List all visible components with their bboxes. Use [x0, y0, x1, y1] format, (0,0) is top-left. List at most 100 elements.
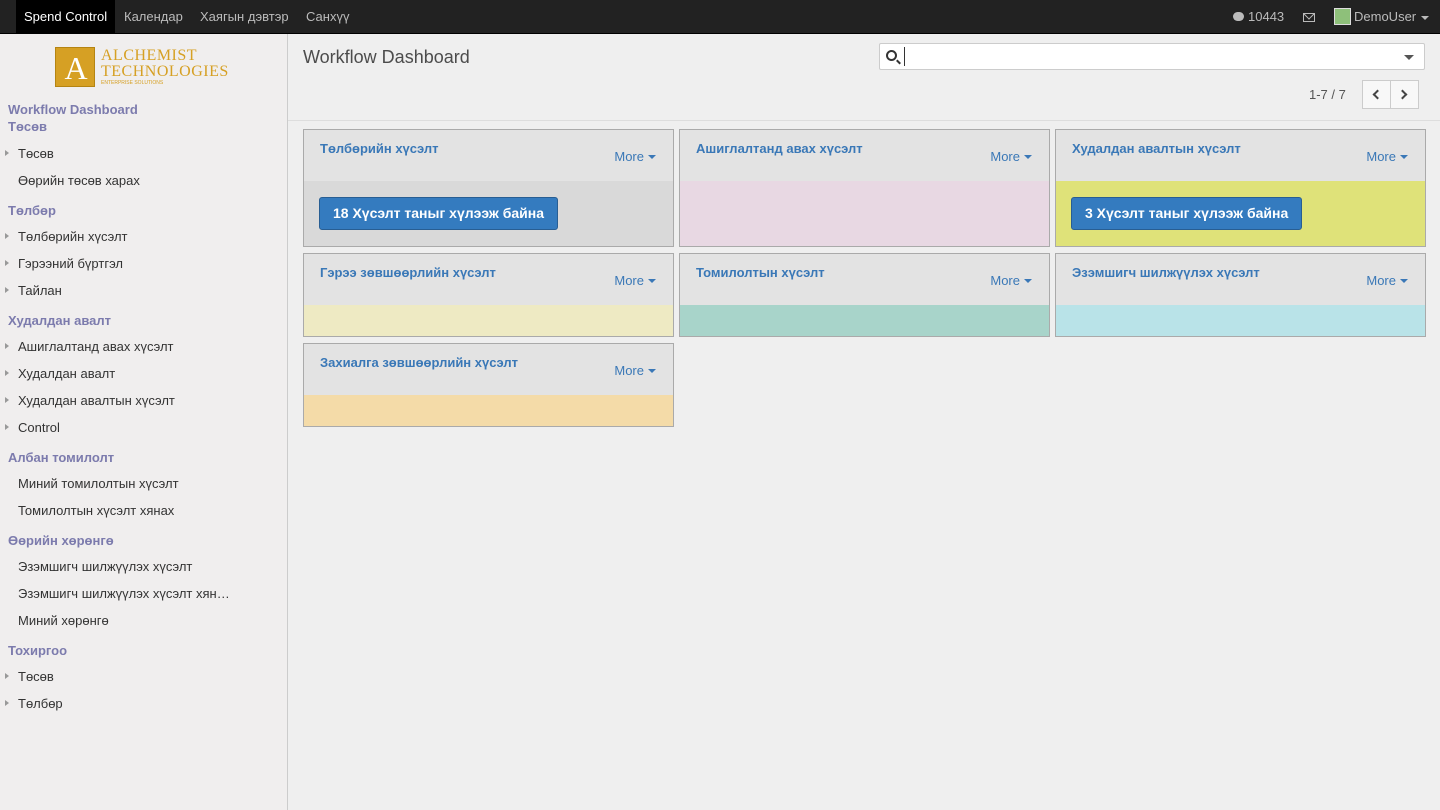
pager-previous-button[interactable] [1362, 80, 1391, 109]
menu-address-book[interactable]: Хаягын дэвтэр [192, 0, 297, 33]
sidebar-item-review-trip-request[interactable]: Томилолтын хүсэлт хянах [18, 503, 174, 518]
sidebar-item-settings-budget[interactable]: Төсөв [18, 669, 54, 684]
sidebar-item-contract-registry[interactable]: Гэрээний бүртгэл [18, 256, 123, 271]
card-title[interactable]: Худалдан авалтын хүсэлт [1072, 141, 1241, 156]
card-header: Эзэмшигч шилжүүлэх хүсэлт More [1056, 254, 1425, 305]
chevron-right-icon [1397, 89, 1408, 100]
more-dropdown[interactable]: More [614, 273, 656, 288]
card-title[interactable]: Ашиглалтанд авах хүсэлт [696, 141, 863, 156]
caret-down-icon [1421, 15, 1430, 20]
sidebar-workflow-dashboard[interactable]: Workflow Dashboard [8, 102, 138, 117]
more-dropdown[interactable]: More [1366, 149, 1408, 164]
sidebar-header-budget: Төсөв [8, 119, 48, 134]
mail-button[interactable] [1303, 0, 1315, 33]
sidebar-item-procurement-request[interactable]: Худалдан авалтын хүсэлт [18, 393, 175, 408]
expand-arrow-icon [5, 370, 9, 376]
avatar [1334, 8, 1351, 26]
more-dropdown[interactable]: More [614, 149, 656, 164]
company-logo[interactable]: A ALCHEMIST TECHNOLOGIES ENTERPRISE SOLU… [55, 47, 235, 89]
workflow-card-trip-request: Томилолтын хүсэлт More [679, 253, 1050, 337]
menu-spend-control[interactable]: Spend Control [16, 0, 116, 33]
sidebar-item-my-assets[interactable]: Миний хөрөнгө [18, 613, 109, 628]
more-dropdown[interactable]: More [1366, 273, 1408, 288]
sidebar-header-procurement: Худалдан авалт [8, 313, 111, 328]
more-dropdown[interactable]: More [990, 273, 1032, 288]
workflow-card-commissioning-request: Ашиглалтанд авах хүсэлт More [679, 129, 1050, 247]
expand-arrow-icon [5, 700, 9, 706]
caret-down-icon [1024, 278, 1032, 283]
card-body [1056, 305, 1425, 336]
pending-requests-button[interactable]: 3 Хүсэлт таныг хүлээж байна [1071, 197, 1303, 230]
sidebar-header-business-trip: Албан томилолт [8, 450, 115, 465]
card-body: 18 Хүсэлт таныг хүлээж байна [304, 181, 673, 246]
sidebar-item-settings-payment[interactable]: Төлбөр [18, 696, 63, 711]
expand-arrow-icon [5, 673, 9, 679]
expand-arrow-icon [5, 260, 9, 266]
more-dropdown[interactable]: More [614, 363, 656, 378]
top-navbar: Spend Control Календар Хаягын дэвтэр Сан… [0, 0, 1440, 34]
workflow-card-owner-transfer: Эзэмшигч шилжүүлэх хүсэлт More [1055, 253, 1426, 337]
logo-text-line2: TECHNOLOGIES [101, 63, 229, 80]
sidebar-item-own-budget[interactable]: Өөрийн төсөв харах [18, 173, 140, 188]
chat-notifications[interactable]: 10443 [1233, 0, 1284, 33]
caret-down-icon [648, 154, 656, 159]
sidebar-item-budget[interactable]: Төсөв [18, 146, 54, 161]
card-header: Ашиглалтанд авах хүсэлт More [680, 130, 1049, 181]
card-body [680, 181, 1049, 246]
sidebar-item-owner-transfer-request[interactable]: Эзэмшигч шилжүүлэх хүсэлт [18, 559, 192, 574]
more-dropdown[interactable]: More [990, 149, 1032, 164]
card-header: Төлбөрийн хүсэлт More [304, 130, 673, 181]
card-body [304, 305, 673, 336]
workflow-card-order-approval: Захиалга зөвшөөрлийн хүсэлт More [303, 343, 674, 427]
pending-requests-button[interactable]: 18 Хүсэлт таныг хүлээж байна [319, 197, 559, 230]
caret-down-icon [1400, 154, 1408, 159]
envelope-icon [1303, 13, 1315, 23]
sidebar-item-payment-request[interactable]: Төлбөрийн хүсэлт [18, 229, 128, 244]
pager-next-button[interactable] [1390, 80, 1419, 109]
card-title[interactable]: Томилолтын хүсэлт [696, 265, 825, 280]
header-divider [288, 120, 1440, 121]
expand-arrow-icon [5, 287, 9, 293]
logo-mark: A [55, 47, 95, 87]
sidebar-header-settings: Тохиргоо [8, 643, 68, 658]
card-title[interactable]: Эзэмшигч шилжүүлэх хүсэлт [1072, 265, 1260, 280]
workflow-card-contract-approval: Гэрээ зөвшөөрлийн хүсэлт More [303, 253, 674, 337]
logo-tagline: ENTERPRISE SOLUTIONS [101, 80, 164, 86]
caret-down-icon [1024, 154, 1032, 159]
expand-arrow-icon [5, 424, 9, 430]
expand-arrow-icon [5, 233, 9, 239]
search-box[interactable] [879, 43, 1425, 70]
expand-arrow-icon [5, 397, 9, 403]
card-body [680, 305, 1049, 336]
card-title[interactable]: Төлбөрийн хүсэлт [320, 141, 439, 156]
sidebar-item-report[interactable]: Тайлан [18, 283, 62, 298]
caret-down-icon [648, 368, 656, 373]
card-header: Томилолтын хүсэлт More [680, 254, 1049, 305]
sidebar-header-own-assets: Өөрийн хөрөнгө [8, 533, 114, 548]
search-options-caret-icon[interactable] [1404, 55, 1414, 60]
sidebar-item-control[interactable]: Control [18, 420, 60, 435]
card-title[interactable]: Захиалга зөвшөөрлийн хүсэлт [320, 355, 518, 370]
user-menu[interactable]: DemoUser [1334, 0, 1430, 33]
menu-finance[interactable]: Санхүү [298, 0, 357, 33]
card-body [304, 395, 673, 426]
chat-count: 10443 [1248, 9, 1285, 24]
card-title[interactable]: Гэрээ зөвшөөрлийн хүсэлт [320, 265, 496, 280]
pager-value: 1-7 / 7 [1309, 87, 1346, 102]
search-input[interactable] [904, 47, 1394, 66]
card-body: 3 Хүсэлт таныг хүлээж байна [1056, 181, 1425, 246]
menu-calendar[interactable]: Календар [116, 0, 191, 33]
sidebar-item-owner-transfer-review[interactable]: Эзэмшигч шилжүүлэх хүсэлт хян… [18, 586, 230, 601]
sidebar-item-commissioning-request[interactable]: Ашиглалтанд авах хүсэлт [18, 339, 174, 354]
expand-arrow-icon [5, 150, 9, 156]
card-header: Захиалга зөвшөөрлийн хүсэлт More [304, 344, 673, 395]
card-header: Худалдан авалтын хүсэлт More [1056, 130, 1425, 181]
workflow-card-payment-request: Төлбөрийн хүсэлт More 18 Хүсэлт таныг хү… [303, 129, 674, 247]
chat-icon [1233, 12, 1244, 22]
sidebar-item-my-trip-request[interactable]: Миний томилолтын хүсэлт [18, 476, 179, 491]
sidebar: A ALCHEMIST TECHNOLOGIES ENTERPRISE SOLU… [0, 34, 288, 810]
user-name: DemoUser [1354, 9, 1417, 24]
search-icon [886, 50, 897, 61]
sidebar-item-procurement[interactable]: Худалдан авалт [18, 366, 115, 381]
caret-down-icon [1400, 278, 1408, 283]
